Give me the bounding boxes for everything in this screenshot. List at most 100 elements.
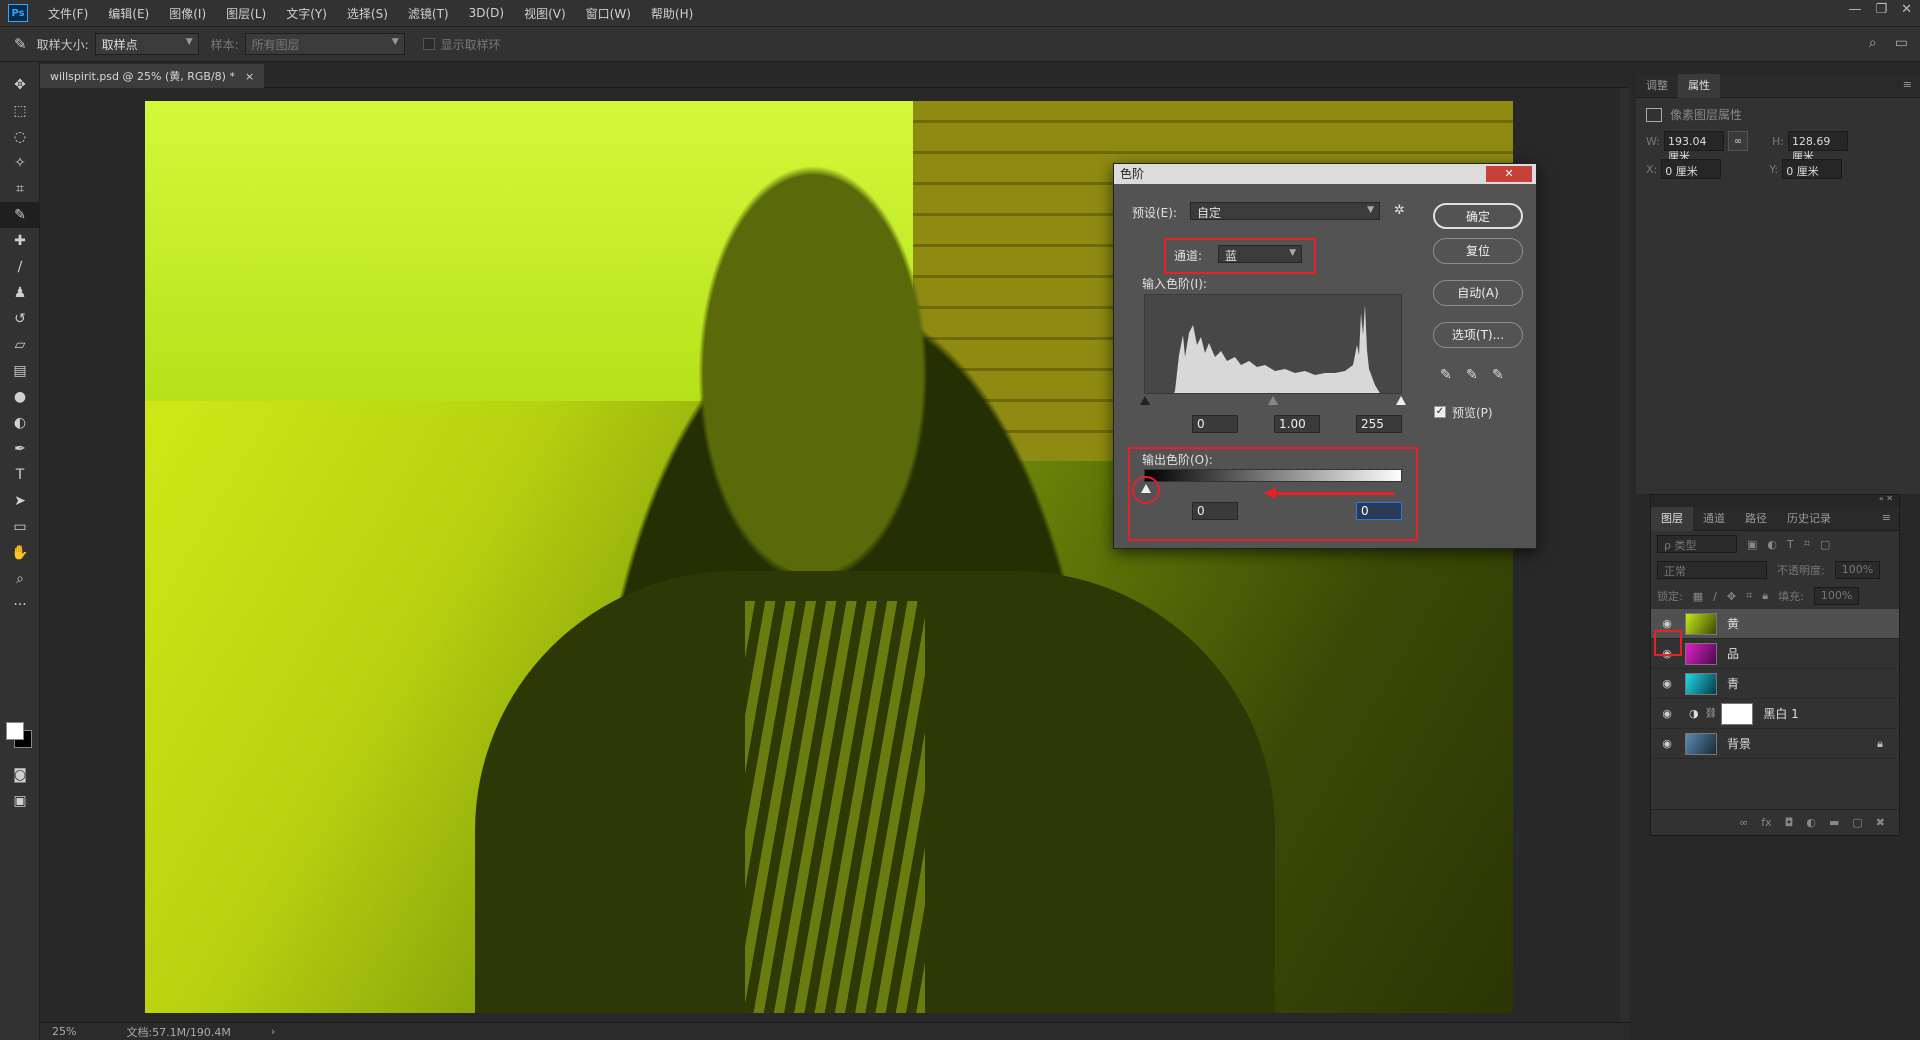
visibility-eye-icon[interactable]: ◉ bbox=[1659, 647, 1675, 660]
lock-all-icon[interactable]: 🔒︎ bbox=[1762, 589, 1768, 603]
x-field[interactable]: 0 厘米 bbox=[1661, 159, 1722, 179]
history-brush-tool-icon[interactable]: ↺ bbox=[0, 306, 40, 332]
menu-file[interactable]: 文件(F) bbox=[38, 5, 98, 22]
menu-select[interactable]: 选择(S) bbox=[337, 5, 398, 22]
opacity-field[interactable]: 100% bbox=[1834, 561, 1881, 579]
blend-mode-select[interactable]: 正常 bbox=[1657, 561, 1767, 579]
minimize-icon[interactable]: — bbox=[1848, 2, 1861, 17]
input-black-slider[interactable] bbox=[1140, 396, 1150, 405]
menu-image[interactable]: 图像(I) bbox=[159, 5, 216, 22]
status-arrow-icon[interactable]: › bbox=[271, 1025, 275, 1038]
layer-row-yellow[interactable]: ◉ 黄 bbox=[1651, 609, 1899, 639]
input-black-field[interactable]: 0 bbox=[1192, 415, 1238, 433]
ok-button[interactable]: 确定 bbox=[1433, 203, 1523, 229]
new-adjustment-icon[interactable]: ◐ bbox=[1806, 816, 1816, 829]
fx-icon[interactable]: fx bbox=[1761, 816, 1771, 829]
quick-mask-icon[interactable]: ◙ bbox=[0, 762, 40, 788]
channel-select[interactable]: 蓝 ▼ bbox=[1218, 245, 1302, 263]
type-tool-icon[interactable]: T bbox=[0, 462, 40, 488]
eyedropper-tool-icon[interactable]: ✎ bbox=[14, 35, 27, 53]
chain-link-icon[interactable]: ⛓ bbox=[1705, 708, 1718, 719]
trash-icon[interactable]: ✖ bbox=[1876, 816, 1885, 829]
more-tools-icon[interactable]: ··· bbox=[0, 592, 40, 618]
dodge-tool-icon[interactable]: ◐ bbox=[0, 410, 40, 436]
white-point-eyedropper-icon[interactable]: ✎ bbox=[1492, 367, 1504, 383]
visibility-eye-icon[interactable]: ◉ bbox=[1659, 677, 1675, 690]
pen-tool-icon[interactable]: ✒ bbox=[0, 436, 40, 462]
zoom-tool-icon[interactable]: ⌕ bbox=[0, 566, 40, 592]
blur-tool-icon[interactable]: ● bbox=[0, 384, 40, 410]
height-field[interactable]: 128.69 厘米 bbox=[1787, 131, 1848, 163]
layer-row-magenta[interactable]: ◉ 品 bbox=[1651, 639, 1899, 669]
healing-brush-tool-icon[interactable]: ✚ bbox=[0, 228, 40, 254]
output-white-field[interactable]: 0 bbox=[1356, 502, 1402, 520]
black-point-eyedropper-icon[interactable]: ✎ bbox=[1440, 367, 1452, 383]
stamp-tool-icon[interactable]: ♟ bbox=[0, 280, 40, 306]
gray-point-eyedropper-icon[interactable]: ✎ bbox=[1466, 367, 1478, 383]
search-icon[interactable]: ⌕ bbox=[1869, 35, 1877, 51]
lock-transparent-icon[interactable]: ▦ bbox=[1693, 590, 1703, 603]
input-white-slider[interactable] bbox=[1396, 396, 1406, 405]
eraser-tool-icon[interactable]: ▱ bbox=[0, 332, 40, 358]
layer-row-cyan[interactable]: ◉ 青 bbox=[1651, 669, 1899, 699]
menu-view[interactable]: 视图(V) bbox=[514, 5, 576, 22]
visibility-eye-icon[interactable]: ◉ bbox=[1659, 707, 1675, 720]
input-gamma-field[interactable]: 1.00 bbox=[1274, 415, 1320, 433]
tab-layers[interactable]: 图层 bbox=[1651, 506, 1693, 531]
layer-filter-select[interactable]: ρ 类型 bbox=[1657, 535, 1737, 553]
layer-row-black-white[interactable]: ◉ ◑ ⛓ 黑白 1 bbox=[1651, 699, 1899, 729]
add-mask-icon[interactable]: ◘ bbox=[1785, 816, 1794, 829]
lock-position-icon[interactable]: ✥ bbox=[1727, 590, 1736, 603]
output-black-slider[interactable] bbox=[1141, 484, 1151, 493]
restore-icon[interactable]: ❐ bbox=[1875, 2, 1887, 17]
visibility-eye-icon[interactable]: ◉ bbox=[1659, 617, 1675, 630]
tab-adjustments[interactable]: 调整 bbox=[1636, 74, 1678, 98]
filter-smart-icon[interactable]: ▢ bbox=[1820, 538, 1830, 551]
lasso-tool-icon[interactable]: ◌ bbox=[0, 124, 40, 150]
auto-button[interactable]: 自动(A) bbox=[1433, 280, 1523, 306]
close-icon[interactable]: ✕ bbox=[1486, 166, 1532, 182]
input-white-field[interactable]: 255 bbox=[1356, 415, 1402, 433]
foreground-color-swatch[interactable] bbox=[6, 722, 24, 740]
quick-select-tool-icon[interactable]: ✧ bbox=[0, 150, 40, 176]
gradient-tool-icon[interactable]: ▤ bbox=[0, 358, 40, 384]
canvas-scrollbar[interactable] bbox=[1620, 88, 1630, 1022]
menu-3d[interactable]: 3D(D) bbox=[459, 6, 514, 20]
layer-row-background[interactable]: ◉ 背景 🔒︎ bbox=[1651, 729, 1899, 759]
layer-mask-thumbnail[interactable] bbox=[1721, 702, 1754, 725]
collapse-icon[interactable]: « ✕ bbox=[1879, 494, 1893, 503]
hand-tool-icon[interactable]: ✋ bbox=[0, 540, 40, 566]
new-group-icon[interactable]: ▬ bbox=[1829, 816, 1839, 829]
tab-history[interactable]: 历史记录 bbox=[1777, 507, 1841, 531]
menu-type[interactable]: 文字(Y) bbox=[276, 5, 337, 22]
shape-tool-icon[interactable]: ▭ bbox=[0, 514, 40, 540]
lock-artboard-icon[interactable]: ⌗ bbox=[1746, 589, 1752, 603]
sample-select[interactable]: 所有图层 ▼ bbox=[244, 33, 405, 55]
panel-menu-icon[interactable]: ≡ bbox=[1882, 511, 1891, 524]
y-field[interactable]: 0 厘米 bbox=[1782, 159, 1843, 179]
path-select-tool-icon[interactable]: ➤ bbox=[0, 488, 40, 514]
output-black-field[interactable]: 0 bbox=[1192, 502, 1238, 520]
new-layer-icon[interactable]: ▢ bbox=[1852, 816, 1862, 829]
input-gamma-slider[interactable] bbox=[1268, 396, 1278, 405]
preset-gear-icon[interactable]: ✲ bbox=[1394, 203, 1405, 218]
menu-layer[interactable]: 图层(L) bbox=[216, 5, 276, 22]
filter-type-icon[interactable]: T bbox=[1787, 538, 1794, 551]
options-button[interactable]: 选项(T)... bbox=[1433, 322, 1523, 348]
filter-adjustment-icon[interactable]: ◐ bbox=[1767, 538, 1777, 551]
width-field[interactable]: 193.04 厘米 bbox=[1663, 131, 1724, 163]
sample-size-select[interactable]: 取样点 ▼ bbox=[94, 33, 199, 55]
zoom-level[interactable]: 25% bbox=[52, 1025, 76, 1038]
fill-field[interactable]: 100% bbox=[1813, 587, 1860, 605]
workspace-icon[interactable]: ▭ bbox=[1895, 35, 1908, 51]
tab-properties[interactable]: 属性 bbox=[1678, 73, 1720, 98]
document-tab[interactable]: willspirit.psd @ 25% (黄, RGB/8) * × bbox=[40, 64, 265, 88]
reset-button[interactable]: 复位 bbox=[1433, 238, 1523, 264]
screen-mode-icon[interactable]: ▣ bbox=[0, 788, 40, 814]
menu-filter[interactable]: 滤镜(T) bbox=[398, 5, 459, 22]
close-window-icon[interactable]: ✕ bbox=[1901, 2, 1912, 17]
close-tab-icon[interactable]: × bbox=[245, 70, 254, 83]
link-layers-icon[interactable]: ∞ bbox=[1739, 816, 1748, 829]
eyedropper-tool-icon[interactable]: ✎ bbox=[0, 202, 40, 228]
move-tool-icon[interactable]: ✥ bbox=[0, 72, 40, 98]
